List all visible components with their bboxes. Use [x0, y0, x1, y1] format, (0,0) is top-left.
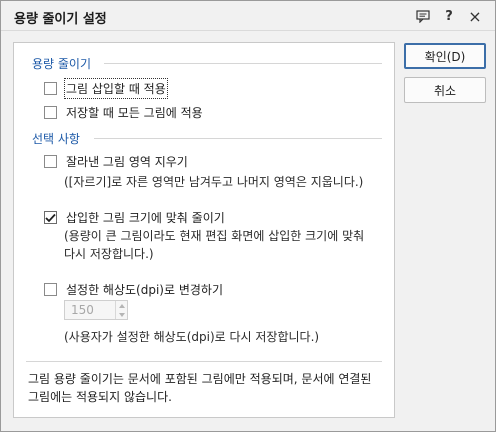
section-divider: [104, 63, 382, 64]
option-fit-inserted-size-label: 삽입한 그림 크기에 맞춰 줄이기: [66, 211, 225, 225]
spin-arrows[interactable]: [115, 301, 127, 319]
option-fit-inserted-size-desc: (용량이 큰 그림이라도 현재 편집 화면에 삽입한 크기에 맞춰 다시 저장합…: [64, 227, 364, 263]
option-change-dpi-desc: (사용자가 설정한 해상도(dpi)로 다시 저장합니다.): [64, 330, 320, 344]
section-title-options: 선택 사항: [32, 132, 80, 146]
section-title-reduce: 용량 줄이기: [32, 57, 92, 71]
checkbox-delete-cropped[interactable]: [44, 155, 57, 168]
option-delete-cropped-desc: ([자르기]로 자른 영역만 남겨두고 나머지 영역은 지웁니다.): [64, 175, 364, 189]
checkbox-fit-inserted-size[interactable]: [44, 211, 57, 224]
checkmark-icon: [45, 213, 56, 222]
option-change-dpi-label: 설정한 해상도(dpi)로 변경하기: [66, 283, 224, 297]
option-apply-on-save[interactable]: 저장할 때 모든 그림에 적용: [44, 104, 203, 121]
desc-line: 다시 저장합니다.): [64, 247, 154, 261]
section-divider: [94, 138, 382, 139]
help-icon[interactable]: ?: [439, 6, 459, 26]
option-delete-cropped[interactable]: 잘라낸 그림 영역 지우기: [44, 153, 188, 170]
settings-panel: 용량 줄이기 그림 삽입할 때 적용 저장할 때 모든 그림에 적용 선택 사항…: [13, 42, 395, 418]
note-text: 그림 용량 줄이기는 문서에 포함된 그림에만 적용되며, 문서에 연결된 그림…: [28, 370, 388, 406]
title-bar-icons: ? ×: [413, 6, 485, 26]
checkbox-apply-on-insert[interactable]: [44, 82, 57, 95]
option-delete-cropped-label: 잘라낸 그림 영역 지우기: [66, 155, 188, 169]
dialog-window: 용량 줄이기 설정 ? × 용량 줄이기 그림 삽입할 때 적용 저장할 때 모…: [0, 0, 496, 432]
note-divider: [26, 361, 382, 362]
option-change-dpi[interactable]: 설정한 해상도(dpi)로 변경하기: [44, 281, 223, 298]
dialog-title: 용량 줄이기 설정: [14, 12, 107, 27]
dpi-value[interactable]: 150: [65, 301, 115, 319]
dpi-spinbox[interactable]: 150: [64, 300, 128, 320]
option-fit-inserted-size[interactable]: 삽입한 그림 크기에 맞춰 줄이기: [44, 209, 225, 226]
option-apply-on-save-label: 저장할 때 모든 그림에 적용: [66, 106, 203, 120]
note-line: 그림 용량 줄이기는 문서에 포함된 그림에만 적용되며, 문서에 연결된: [28, 372, 372, 386]
spin-down-icon[interactable]: [116, 310, 127, 319]
note-line: 그림에는 적용되지 않습니다.: [28, 390, 172, 404]
cancel-button[interactable]: 취소: [404, 77, 486, 103]
ok-button[interactable]: 확인(D): [404, 43, 486, 69]
desc-line: (용량이 큰 그림이라도 현재 편집 화면에 삽입한 크기에 맞춰: [64, 229, 365, 243]
checkbox-apply-on-save[interactable]: [44, 106, 57, 119]
option-apply-on-insert[interactable]: 그림 삽입할 때 적용: [44, 78, 168, 99]
title-bar: 용량 줄이기 설정 ? ×: [1, 1, 495, 31]
close-icon[interactable]: ×: [465, 6, 485, 26]
checkbox-change-dpi[interactable]: [44, 283, 57, 296]
option-apply-on-insert-label: 그림 삽입할 때 적용: [64, 78, 168, 99]
spin-up-icon[interactable]: [116, 301, 127, 310]
comment-icon[interactable]: [413, 6, 433, 26]
